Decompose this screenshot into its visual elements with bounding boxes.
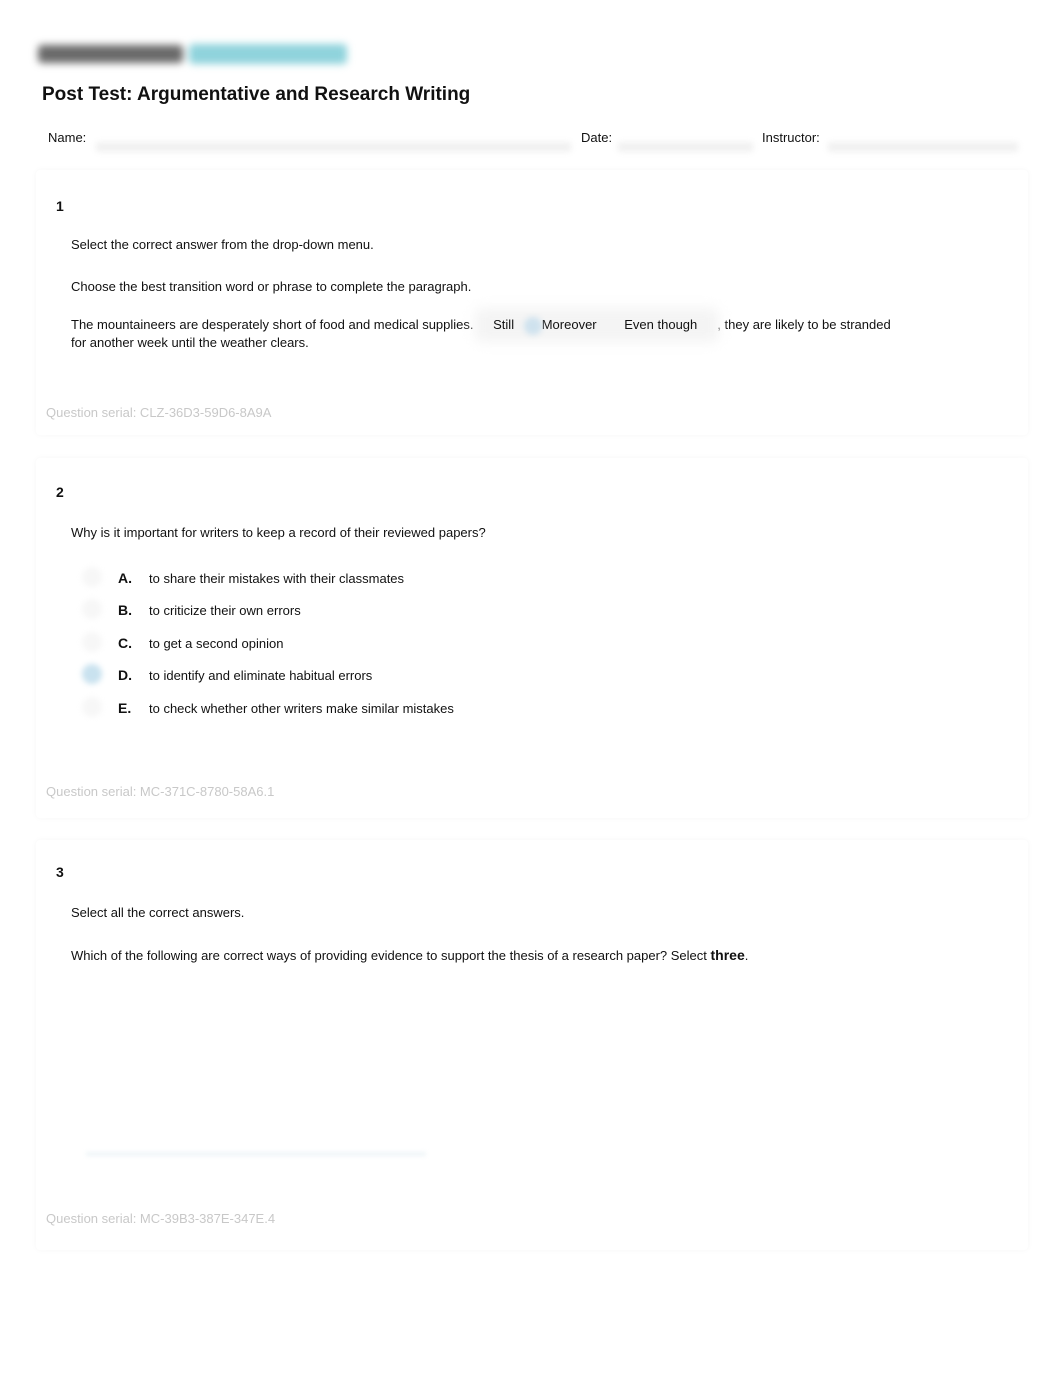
question-sentence: The mountaineers are desperately short o… [71, 308, 951, 352]
dropdown-option[interactable]: Moreover [523, 316, 597, 335]
question-prompt: Which of the following are correct ways … [71, 947, 749, 963]
question-serial: Question serial: CLZ-36D3-59D6-8A9A [46, 405, 272, 420]
question-prompt: Why is it important for writers to keep … [71, 525, 486, 540]
question-serial: Question serial: MC-371C-8780-58A6.1 [46, 784, 275, 799]
obscured-answer-area [86, 1152, 426, 1156]
radio-button-selected[interactable] [82, 664, 102, 684]
dropdown-option[interactable]: Still [493, 316, 514, 334]
question-instruction: Select the correct answer from the drop-… [71, 237, 374, 252]
student-info-row: Name: Date: Instructor: [48, 130, 1022, 154]
question-prompt: Choose the best transition word or phras… [71, 279, 472, 294]
name-label: Name: [48, 130, 87, 145]
radio-button[interactable] [82, 567, 102, 587]
question-instruction: Select all the correct answers. [71, 905, 245, 920]
sentence-before: The mountaineers are desperately short o… [71, 317, 474, 332]
question-number: 3 [56, 864, 64, 880]
radio-button[interactable] [82, 632, 102, 652]
logo-product-name [189, 44, 347, 64]
name-field[interactable] [96, 142, 571, 152]
question-serial: Question serial: MC-39B3-387E-347E.4 [46, 1211, 276, 1226]
radio-button[interactable] [82, 599, 102, 619]
dropdown-option[interactable]: Even though [624, 316, 697, 334]
transition-dropdown[interactable]: Still Moreover Even though [475, 308, 720, 342]
sentence-after: , they are likely to be stranded [717, 317, 891, 332]
question-3-panel: 3 Select all the correct answers. Which … [36, 840, 1028, 1250]
instructor-label: Instructor: [762, 130, 820, 145]
question-2-panel: 2 Why is it important for writers to kee… [36, 458, 1028, 818]
selection-indicator-icon [523, 317, 542, 335]
question-number: 2 [56, 484, 64, 500]
prompt-emphasis: three [710, 947, 745, 963]
date-field[interactable] [618, 142, 753, 152]
page-title: Post Test: Argumentative and Research Wr… [42, 84, 471, 105]
question-number: 1 [56, 198, 64, 214]
logo-wordmark [38, 45, 183, 63]
brand-logo [38, 38, 347, 70]
date-label: Date: [581, 130, 613, 145]
instructor-field[interactable] [828, 142, 1018, 152]
sentence-continued: for another week until the weather clear… [71, 335, 309, 350]
radio-button[interactable] [82, 697, 102, 717]
question-1-panel: 1 Select the correct answer from the dro… [36, 170, 1028, 435]
